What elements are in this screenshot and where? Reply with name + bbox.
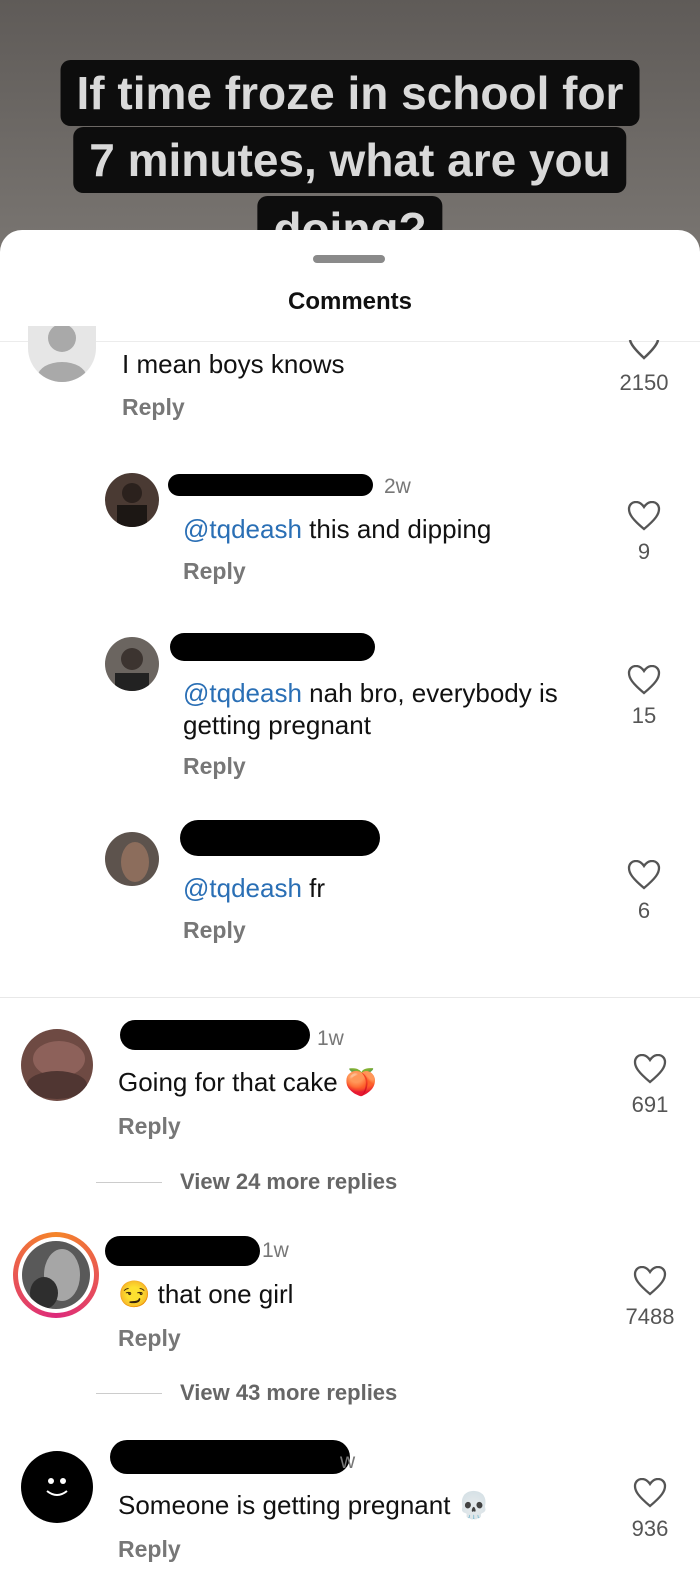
avatar[interactable] <box>28 326 96 382</box>
comment-timestamp: w <box>340 1450 356 1473</box>
thread-line <box>96 1181 162 1183</box>
like-button[interactable]: 2150 <box>614 340 674 396</box>
comment-text: @tqdeash this and dipping <box>183 513 491 545</box>
avatar[interactable] <box>21 1451 93 1523</box>
avatar[interactable] <box>105 637 159 691</box>
avatar[interactable] <box>21 1029 93 1101</box>
redacted-username <box>110 1440 350 1474</box>
view-more-replies-label: View 43 more replies <box>180 1380 398 1405</box>
comment-text: @tqdeash nah bro, everybody is getting p… <box>183 677 603 741</box>
comment-text: 😏 that one girl <box>118 1279 294 1309</box>
view-more-replies-label: View 24 more replies <box>180 1169 398 1194</box>
redacted-username <box>120 1020 310 1050</box>
like-count: 7488 <box>625 1304 675 1329</box>
view-more-replies-button[interactable]: View 43 more replies <box>96 1380 397 1406</box>
sheet-drag-handle[interactable] <box>313 255 385 263</box>
heart-outline-icon <box>628 340 660 360</box>
comment-text: I mean boys knows <box>122 349 345 379</box>
avatar[interactable] <box>105 473 159 527</box>
like-button[interactable]: 691 <box>620 1054 680 1118</box>
comment-text: Someone is getting pregnant 💀 <box>118 1490 491 1520</box>
like-button[interactable]: 7488 <box>620 1266 680 1330</box>
reply-button[interactable]: Reply <box>183 558 246 585</box>
comment-timestamp: 1w <box>317 1027 344 1050</box>
user-mention[interactable]: @tqdeash <box>183 678 302 708</box>
sheet-header-divider <box>0 341 700 342</box>
like-count: 691 <box>631 1092 669 1117</box>
comments-sheet: Comments I mean boys knows Reply 2150 2w… <box>0 230 700 1574</box>
like-count: 6 <box>637 898 651 923</box>
comment-text: Going for that cake 🍑 <box>118 1067 378 1097</box>
comment-timestamp: 2w <box>384 475 411 498</box>
like-count: 9 <box>637 539 651 564</box>
redacted-username <box>168 474 373 496</box>
like-count: 2150 <box>619 370 669 395</box>
heart-outline-icon <box>633 1266 667 1296</box>
reply-button[interactable]: Reply <box>183 917 246 944</box>
thread-divider <box>0 997 700 998</box>
heart-outline-icon <box>633 1054 667 1084</box>
video-caption-line-2: 7 minutes, what are you <box>73 127 627 193</box>
heart-outline-icon <box>627 665 661 695</box>
comment-text: @tqdeash fr <box>183 872 325 904</box>
thread-line <box>96 1392 162 1394</box>
like-button[interactable]: 15 <box>614 665 674 729</box>
comment-body: fr <box>301 873 326 903</box>
like-button[interactable]: 936 <box>620 1478 680 1542</box>
video-caption-line-1: If time froze in school for <box>60 60 640 126</box>
reply-button[interactable]: Reply <box>183 753 246 780</box>
redacted-username <box>170 633 375 661</box>
avatar[interactable] <box>105 832 159 886</box>
like-count: 15 <box>631 703 657 728</box>
user-mention[interactable]: @tqdeash <box>183 873 302 903</box>
comment-timestamp: 1w <box>262 1239 289 1262</box>
like-button[interactable]: 6 <box>614 860 674 924</box>
story-avatar[interactable] <box>13 1232 99 1318</box>
user-mention[interactable]: @tqdeash <box>183 514 302 544</box>
heart-outline-icon <box>627 860 661 890</box>
reply-button[interactable]: Reply <box>122 394 185 421</box>
view-more-replies-button[interactable]: View 24 more replies <box>96 1169 397 1195</box>
redacted-username <box>180 820 380 856</box>
reply-button[interactable]: Reply <box>118 1536 181 1563</box>
comment-body: this and dipping <box>301 514 492 544</box>
heart-outline-icon <box>633 1478 667 1508</box>
like-count: 936 <box>631 1516 669 1541</box>
heart-outline-icon <box>627 501 661 531</box>
like-button[interactable]: 9 <box>614 501 674 565</box>
reply-button[interactable]: Reply <box>118 1325 181 1352</box>
reply-button[interactable]: Reply <box>118 1113 181 1140</box>
sheet-title: Comments <box>287 288 413 315</box>
redacted-username <box>105 1236 260 1266</box>
